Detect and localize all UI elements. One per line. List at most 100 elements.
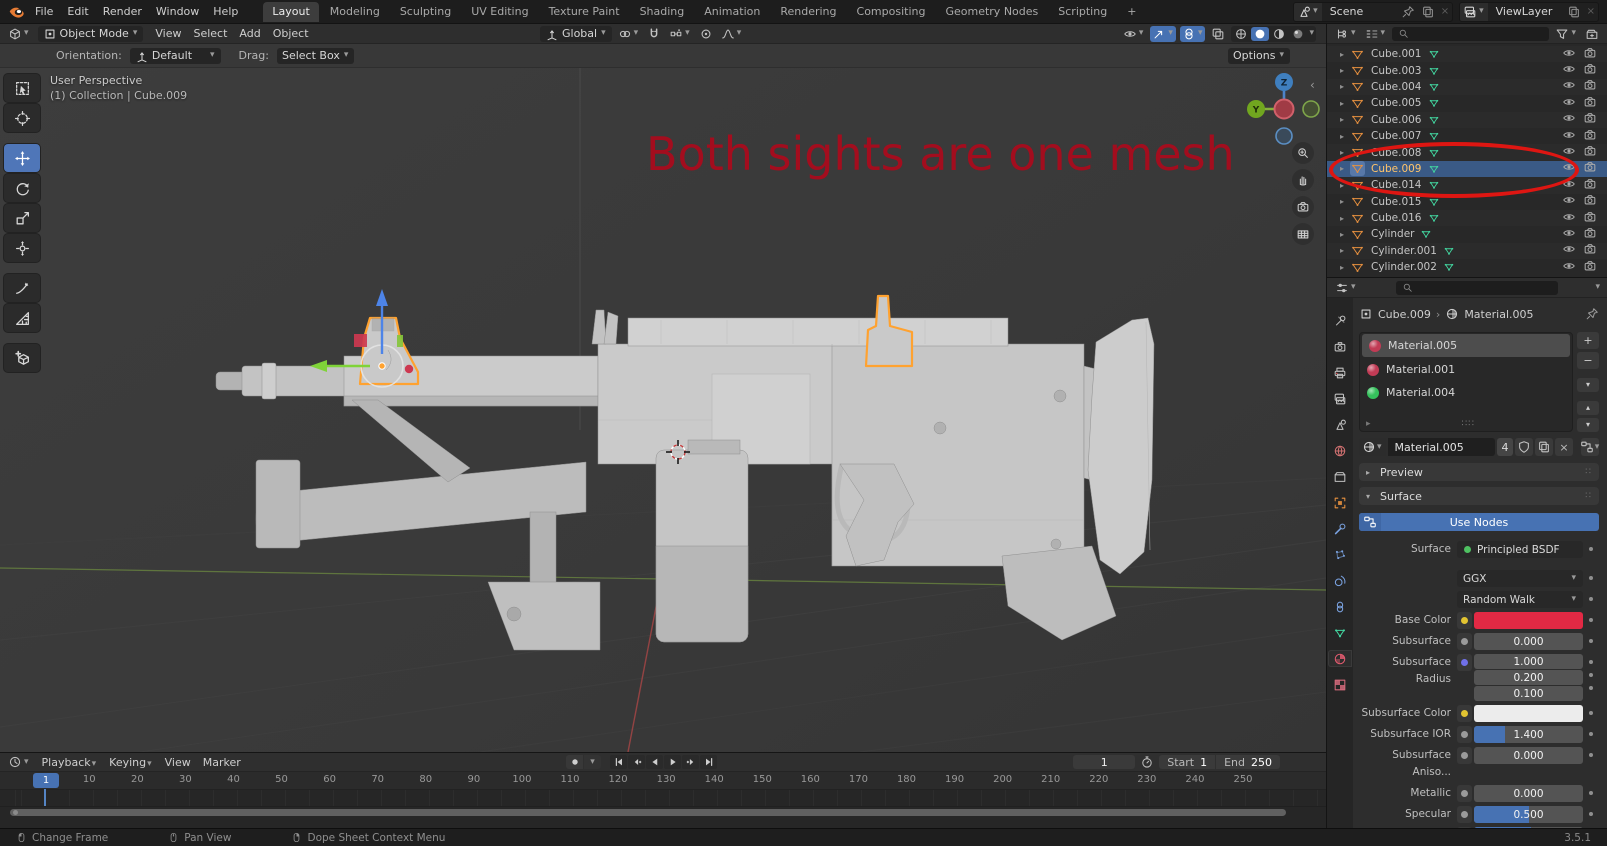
tool-annotate-button[interactable] [4, 274, 40, 302]
grid-ortho-button[interactable] [1292, 223, 1314, 245]
unlink-material-button[interactable]: × [1555, 438, 1573, 456]
properties-tab-constraints[interactable] [1328, 598, 1352, 615]
view-layer-name[interactable]: ViewLayer [1488, 5, 1564, 18]
display-mode-button[interactable]: ▾ [1363, 26, 1389, 42]
hide-viewport-toggle[interactable] [1562, 193, 1576, 210]
number-field[interactable] [1474, 827, 1583, 828]
scrollbar-thumb[interactable] [10, 809, 1286, 816]
number-field[interactable]: 0.200 [1474, 670, 1583, 685]
decorator-dot-icon[interactable] [1589, 673, 1593, 677]
disable-render-toggle[interactable] [1583, 210, 1597, 227]
decorator-dot-icon[interactable] [1589, 639, 1593, 643]
slot-specials-button[interactable]: ▾ [1577, 378, 1599, 392]
disclosure-triangle-icon[interactable]: ▸ [1337, 230, 1347, 239]
number-field[interactable]: 0.100 [1474, 686, 1583, 701]
chevron-down-icon[interactable]: ▾ [1594, 283, 1601, 292]
tool-transform-button[interactable] [4, 234, 40, 262]
hide-viewport-toggle[interactable] [1562, 259, 1576, 276]
previous-keyframe-button[interactable] [628, 755, 645, 769]
number-field[interactable]: 1.400 [1474, 726, 1583, 743]
orientation-dropdown[interactable]: Default ▾ [129, 47, 221, 64]
properties-tab-tool[interactable] [1328, 312, 1352, 329]
material-slot-material-005[interactable]: Material.005 [1362, 334, 1570, 357]
copy-icon[interactable] [1418, 5, 1438, 19]
dropdown-ggx[interactable]: GGX ▾ [1457, 570, 1583, 587]
outliner-item-cube-006[interactable]: ▸ Cube.006 [1327, 111, 1607, 128]
workspace-tab-sculpting[interactable]: Sculpting [391, 2, 460, 22]
disable-render-toggle[interactable] [1583, 128, 1597, 145]
timeline-scrollbar[interactable] [0, 807, 1326, 819]
stopwatch-icon[interactable] [1140, 755, 1154, 769]
decorator-dot-icon[interactable] [1589, 732, 1593, 736]
disable-render-toggle[interactable] [1583, 111, 1597, 128]
viewport-canvas[interactable]: User Perspective (1) Collection | Cube.0… [0, 68, 1326, 752]
outliner-item-cube-008[interactable]: ▸ Cube.008 [1327, 144, 1607, 161]
pin-icon[interactable] [1398, 5, 1418, 19]
disable-render-toggle[interactable] [1583, 46, 1597, 63]
decorator-dot-icon[interactable] [1589, 791, 1593, 795]
surface-panel-header[interactable]: ▾ Surface ∷ [1359, 487, 1599, 505]
outliner-item-cube-016[interactable]: ▸ Cube.016 [1327, 209, 1607, 227]
outliner-item-cube-007[interactable]: ▸ Cube.007 [1327, 128, 1607, 144]
hide-viewport-toggle[interactable] [1562, 226, 1576, 243]
disable-render-toggle[interactable] [1583, 242, 1597, 259]
properties-tab-collection[interactable] [1328, 468, 1352, 485]
decorator-dot-icon[interactable] [1589, 686, 1593, 690]
outliner-item-cube-003[interactable]: ▸ Cube.003 [1327, 62, 1607, 78]
menu-help[interactable]: Help [206, 3, 245, 20]
node-tree-button[interactable]: ▾ [1580, 438, 1599, 456]
pivot-point-button[interactable]: ▾ [616, 26, 642, 42]
number-field[interactable]: 0.000 [1474, 747, 1583, 764]
decorator-dot-icon[interactable] [1589, 711, 1593, 715]
disable-render-toggle[interactable] [1583, 193, 1597, 210]
disclosure-triangle-icon[interactable]: ▸ [1337, 115, 1347, 124]
menu-render[interactable]: Render [96, 3, 149, 20]
grip-dots-icon[interactable]: ∷∷ [1462, 419, 1475, 429]
properties-tab-world[interactable] [1328, 442, 1352, 459]
workspace-tab-texture-paint[interactable]: Texture Paint [540, 2, 629, 22]
fake-user-button[interactable] [1515, 438, 1533, 456]
workspace-tab-geometry-nodes[interactable]: Geometry Nodes [936, 2, 1047, 22]
properties-tab-view-layer[interactable] [1328, 390, 1352, 407]
hide-viewport-toggle[interactable] [1562, 144, 1576, 161]
tool-add-cube-button[interactable] [4, 344, 40, 372]
timeline-track-area[interactable] [0, 790, 1326, 807]
disable-render-toggle[interactable] [1583, 78, 1597, 95]
record-button[interactable] [566, 755, 583, 769]
disable-render-toggle[interactable] [1583, 177, 1597, 194]
disclosure-triangle-icon[interactable]: ▸ [1337, 197, 1347, 206]
frame-end-field[interactable]: End 250 [1216, 755, 1280, 769]
decorator-dot-icon[interactable] [1589, 597, 1593, 601]
remove-slot-button[interactable]: − [1577, 352, 1599, 369]
hide-viewport-toggle[interactable] [1562, 160, 1576, 177]
close-icon[interactable]: × [1438, 6, 1452, 17]
workspace-tab-shading[interactable]: Shading [631, 2, 694, 22]
timeline-menu-marker[interactable]: Marker [197, 755, 247, 770]
editor-type-button[interactable]: ▾ [1333, 280, 1359, 296]
tool-rotate-button[interactable] [4, 174, 40, 202]
blender-logo-icon[interactable] [8, 3, 26, 21]
workspace-tab-rendering[interactable]: Rendering [771, 2, 845, 22]
move-slot-up-button[interactable]: ▴ [1577, 401, 1599, 415]
decorator-dot-icon[interactable] [1589, 660, 1593, 664]
disclosure-triangle-icon[interactable]: ▸ [1337, 148, 1347, 157]
outliner-item-cube-014[interactable]: ▸ Cube.014 [1327, 177, 1607, 194]
move-slot-down-button[interactable]: ▾ [1577, 418, 1599, 432]
disable-render-toggle[interactable] [1583, 160, 1597, 177]
disable-render-toggle[interactable] [1583, 95, 1597, 112]
properties-tab-scene[interactable] [1328, 416, 1352, 433]
drag-dropdown[interactable]: Select Box ▾ [276, 47, 355, 64]
disclosure-triangle-icon[interactable]: ▸ [1337, 263, 1347, 272]
properties-tab-render[interactable] [1328, 338, 1352, 355]
disclosure-triangle-icon[interactable]: ▸ [1337, 66, 1347, 75]
properties-tab-particles[interactable] [1328, 546, 1352, 563]
outliner-item-cylinder-002[interactable]: ▸ Cylinder.002 [1327, 259, 1607, 275]
outliner-item-cube-004[interactable]: ▸ Cube.004 [1327, 78, 1607, 96]
outliner-item-cylinder[interactable]: ▸ Cylinder [1327, 226, 1607, 242]
viewport-menu-view[interactable]: View [149, 26, 187, 41]
editor-type-button[interactable]: ▾ [1333, 26, 1359, 42]
view-layer-selector[interactable]: ▾ ViewLayer × [1459, 1, 1599, 22]
pan-hand-button[interactable] [1292, 169, 1314, 191]
decorator-dot-icon[interactable] [1589, 576, 1593, 580]
number-field[interactable]: 0.000 [1474, 633, 1583, 650]
